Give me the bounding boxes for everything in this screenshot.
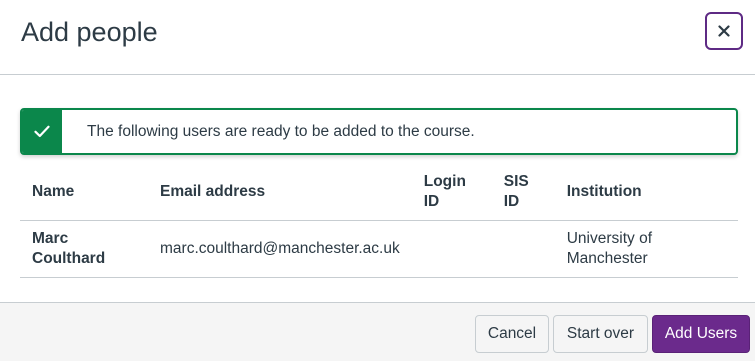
header-sis-id: SIS ID — [491, 164, 555, 221]
close-button[interactable] — [705, 12, 743, 50]
alert-icon-box — [22, 110, 62, 153]
row-login-id — [411, 220, 492, 278]
add-people-dialog: Add people The following users are ready… — [0, 0, 755, 361]
header-institution: Institution — [554, 164, 738, 221]
row-email: marc.coulthard@manchester.ac.uk — [148, 220, 412, 278]
dialog-header: Add people — [0, 0, 755, 75]
header-email: Email address — [148, 164, 412, 221]
dialog-title: Add people — [21, 17, 158, 47]
row-name: Marc Coulthard — [20, 220, 148, 278]
alert-message: The following users are ready to be adde… — [87, 122, 475, 140]
row-sis-id — [491, 220, 555, 278]
check-icon — [34, 125, 50, 138]
start-over-button[interactable]: Start over — [553, 315, 648, 353]
row-institution: University of Manchester — [554, 220, 738, 278]
header-login-id: Login ID — [411, 164, 492, 221]
table-header-row: Name Email address Login ID SIS ID Insti… — [20, 164, 738, 221]
add-users-button[interactable]: Add Users — [652, 315, 750, 353]
dialog-footer: Cancel Start over Add Users — [0, 302, 755, 361]
close-icon — [718, 25, 730, 37]
table-row: Marc Coulthard marc.coulthard@manchester… — [20, 220, 738, 278]
cancel-button[interactable]: Cancel — [475, 315, 549, 353]
header-name: Name — [20, 164, 148, 221]
users-table: Name Email address Login ID SIS ID Insti… — [20, 164, 738, 278]
success-alert: The following users are ready to be adde… — [20, 108, 738, 155]
